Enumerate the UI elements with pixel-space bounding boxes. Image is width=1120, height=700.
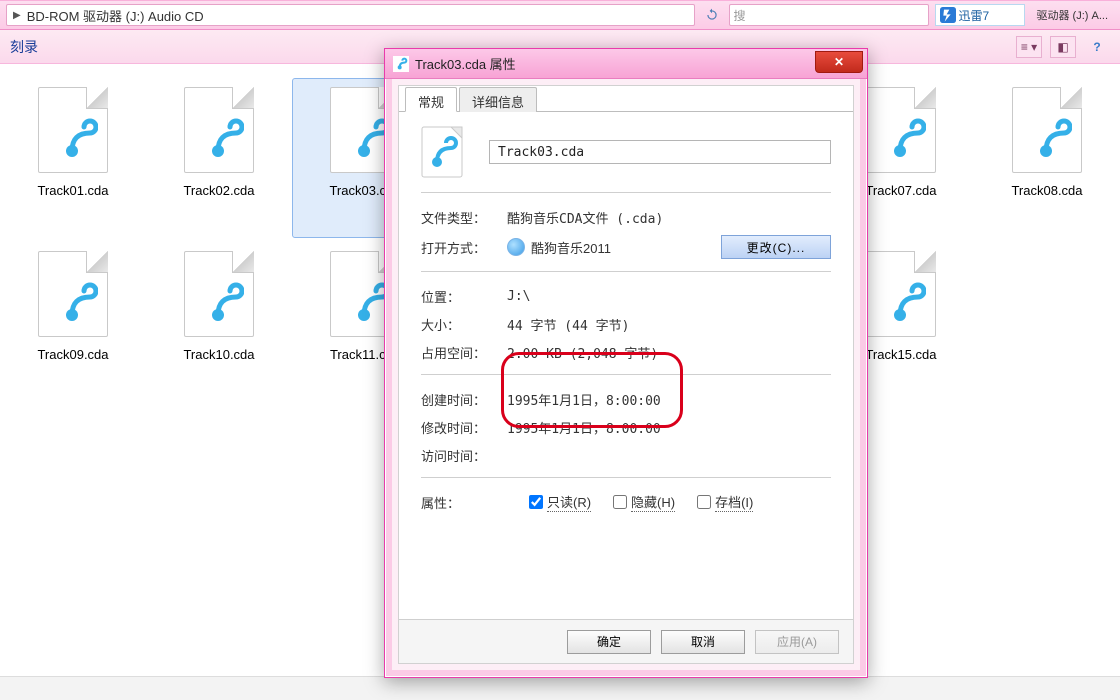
tab-row: 常规 详细信息 <box>399 86 853 112</box>
xunlei-icon <box>940 7 956 23</box>
music-note-icon <box>204 115 244 163</box>
burn-button[interactable]: 刻录 <box>10 37 38 57</box>
preview-pane-button[interactable]: ◧ <box>1050 36 1076 58</box>
file-icon <box>184 87 254 173</box>
music-note-icon <box>58 115 98 163</box>
close-button[interactable]: ✕ <box>815 51 863 73</box>
file-icon <box>866 87 936 173</box>
file-icon <box>38 251 108 337</box>
search-placeholder: 搜 <box>734 7 746 24</box>
address-text: BD-ROM 驱动器 (J:) Audio CD <box>27 6 204 25</box>
xunlei-badge[interactable]: 迅雷7 <box>935 4 1025 26</box>
music-note-icon <box>886 115 926 163</box>
tab-general[interactable]: 常规 <box>405 87 457 112</box>
music-note-icon <box>1032 115 1072 163</box>
file-icon <box>38 87 108 173</box>
label-size-on-disk: 占用空间： <box>421 343 507 362</box>
dialog-titlebar[interactable]: Track03.cda 属性 ✕ <box>385 49 867 79</box>
status-bar <box>0 676 1120 700</box>
file-item[interactable]: Track09.cda <box>0 242 146 402</box>
file-icon <box>866 251 936 337</box>
value-openwith: 酷狗音乐2011 <box>531 238 721 257</box>
view-options-button[interactable]: ≡ ▾ <box>1016 36 1042 58</box>
label-size: 大小： <box>421 315 507 334</box>
file-label: Track01.cda <box>37 183 108 198</box>
dialog-button-row: 确定 取消 应用(A) <box>399 619 853 663</box>
file-item[interactable]: Track08.cda <box>974 78 1120 238</box>
file-label: Track15.cda <box>865 347 936 362</box>
label-filetype: 文件类型： <box>421 208 507 227</box>
dialog-app-icon <box>393 56 409 72</box>
label-attributes: 属性： <box>421 493 507 512</box>
search-input[interactable]: 搜 <box>729 4 929 26</box>
refresh-button[interactable] <box>701 4 723 26</box>
value-modified: 1995年1月1日，8:00:00 <box>507 418 831 437</box>
xunlei-label: 迅雷7 <box>959 7 990 24</box>
checkbox-readonly[interactable]: 只读(R) <box>529 492 591 512</box>
file-label: Track10.cda <box>183 347 254 362</box>
value-size: 44 字节 (44 字节) <box>507 315 831 334</box>
change-button[interactable]: 更改(C)... <box>721 235 831 259</box>
label-modified: 修改时间： <box>421 418 507 437</box>
value-created: 1995年1月1日，8:00:00 <box>507 390 831 409</box>
file-label: Track02.cda <box>183 183 254 198</box>
music-note-icon <box>58 279 98 327</box>
label-location: 位置： <box>421 287 507 306</box>
file-type-icon <box>421 126 463 178</box>
address-bar: ▶ BD-ROM 驱动器 (J:) Audio CD 搜 迅雷7 驱动器 (J:… <box>0 0 1120 30</box>
file-label: Track07.cda <box>865 183 936 198</box>
filename-input[interactable] <box>489 140 831 164</box>
file-icon <box>184 251 254 337</box>
cancel-button[interactable]: 取消 <box>661 630 745 654</box>
address-path[interactable]: ▶ BD-ROM 驱动器 (J:) Audio CD <box>6 4 695 26</box>
dialog-title: Track03.cda 属性 <box>415 54 815 73</box>
checkbox-hidden[interactable]: 隐藏(H) <box>613 492 675 512</box>
breadcrumb-arrow-icon: ▶ <box>13 10 21 21</box>
music-note-icon <box>886 279 926 327</box>
file-label: Track08.cda <box>1011 183 1082 198</box>
properties-dialog: Track03.cda 属性 ✕ 常规 详细信息 <box>384 48 868 678</box>
label-openwith: 打开方式： <box>421 238 507 257</box>
help-button[interactable]: ? <box>1084 36 1110 58</box>
openwith-app-icon <box>507 238 525 256</box>
tab-details[interactable]: 详细信息 <box>459 87 537 112</box>
drive-label: 驱动器 (J:) A... <box>1031 7 1115 23</box>
checkbox-archive[interactable]: 存档(I) <box>697 492 753 512</box>
file-icon <box>1012 87 1082 173</box>
value-filetype: 酷狗音乐CDA文件 (.cda) <box>507 208 831 227</box>
apply-button[interactable]: 应用(A) <box>755 630 839 654</box>
file-item[interactable]: Track01.cda <box>0 78 146 238</box>
music-note-icon <box>204 279 244 327</box>
file-item[interactable]: Track10.cda <box>146 242 292 402</box>
file-label: Track09.cda <box>37 347 108 362</box>
value-location: J:\ <box>507 289 831 304</box>
ok-button[interactable]: 确定 <box>567 630 651 654</box>
label-accessed: 访问时间： <box>421 446 507 465</box>
value-size-on-disk: 2.00 KB (2,048 字节) <box>507 343 831 362</box>
label-created: 创建时间： <box>421 390 507 409</box>
file-item[interactable]: Track02.cda <box>146 78 292 238</box>
